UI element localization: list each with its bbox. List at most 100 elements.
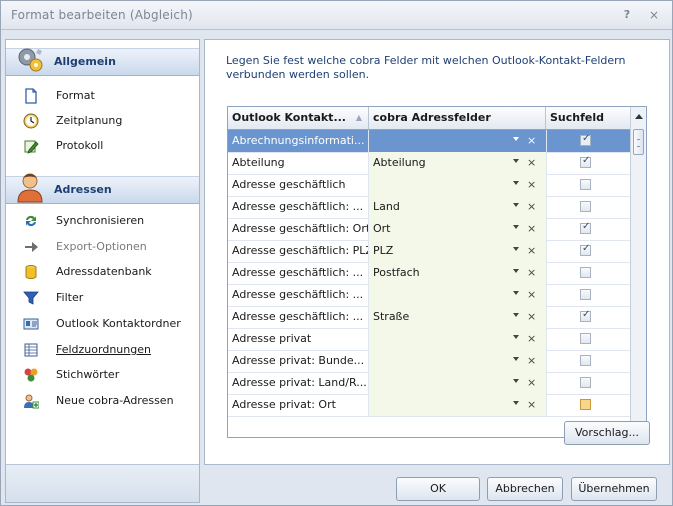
- table-row[interactable]: Adresse geschäftlich ×: [228, 174, 630, 197]
- cobra-field-dropdown[interactable]: [369, 394, 546, 416]
- chevron-down-icon[interactable]: [513, 137, 519, 141]
- table-row[interactable]: Adresse geschäftlich: ... ×: [228, 284, 630, 307]
- section-header-adressen[interactable]: Adressen: [6, 173, 199, 204]
- ok-button[interactable]: OK: [396, 477, 480, 501]
- table-row[interactable]: Adresse geschäftlich: ... Postfach ×: [228, 262, 630, 285]
- sidebar-item-synchronisieren[interactable]: Synchronisieren: [6, 210, 199, 232]
- chevron-down-icon[interactable]: [513, 181, 519, 185]
- table-row[interactable]: Abrechnungsinformati... ×: [228, 130, 630, 153]
- outlook-field-cell[interactable]: Abrechnungsinformati...: [228, 130, 369, 152]
- table-row[interactable]: Adresse geschäftlich: PLZ PLZ ×: [228, 240, 630, 263]
- outlook-field-cell[interactable]: Abteilung: [228, 152, 369, 174]
- sidebar-item-adressdatenbank[interactable]: Adressdatenbank: [6, 261, 199, 283]
- suggest-button[interactable]: Vorschlag...: [564, 421, 650, 445]
- table-row[interactable]: Adresse geschäftlich: ... Straße ×: [228, 306, 630, 329]
- sidebar-item-stichwoerter[interactable]: Stichwörter: [6, 364, 199, 386]
- cobra-field-dropdown[interactable]: [369, 372, 546, 394]
- cobra-field-dropdown[interactable]: [369, 130, 546, 152]
- outlook-field-cell[interactable]: Adresse privat: Bunde...: [228, 350, 369, 372]
- table-row[interactable]: Adresse privat: Bunde... ×: [228, 350, 630, 373]
- clear-field-icon[interactable]: ×: [527, 262, 536, 284]
- chevron-down-icon[interactable]: [513, 159, 519, 163]
- column-header-suchfeld[interactable]: Suchfeld: [546, 107, 630, 129]
- table-row[interactable]: Adresse privat: Ort ×: [228, 394, 630, 417]
- cobra-field-dropdown[interactable]: PLZ: [369, 240, 546, 262]
- sidebar-item-format[interactable]: Format: [6, 85, 199, 107]
- chevron-down-icon[interactable]: [513, 225, 519, 229]
- cobra-field-dropdown[interactable]: Postfach: [369, 262, 546, 284]
- outlook-field-cell[interactable]: Adresse geschäftlich: Ort: [228, 218, 369, 240]
- chevron-down-icon[interactable]: [513, 401, 519, 405]
- outlook-field-cell[interactable]: Adresse geschäftlich: [228, 174, 369, 196]
- clear-field-icon[interactable]: ×: [527, 394, 536, 416]
- search-field-checkbox[interactable]: [580, 267, 591, 278]
- chevron-down-icon[interactable]: [513, 335, 519, 339]
- table-row[interactable]: Adresse privat ×: [228, 328, 630, 351]
- search-field-checkbox[interactable]: [580, 221, 591, 234]
- search-field-checkbox[interactable]: [580, 333, 591, 344]
- search-field-checkbox[interactable]: [580, 377, 591, 388]
- scroll-up-icon[interactable]: [635, 114, 643, 119]
- chevron-down-icon[interactable]: [513, 291, 519, 295]
- clear-field-icon[interactable]: ×: [527, 284, 536, 306]
- search-field-checkbox[interactable]: [580, 355, 591, 366]
- sidebar-item-neue-cobra-adressen[interactable]: Neue cobra-Adressen: [6, 390, 199, 412]
- clear-field-icon[interactable]: ×: [527, 328, 536, 350]
- outlook-field-cell[interactable]: Adresse privat: Ort: [228, 394, 369, 416]
- section-header-allgemein[interactable]: Allgemein: [6, 48, 199, 76]
- chevron-down-icon[interactable]: [513, 247, 519, 251]
- close-button[interactable]: ×: [646, 7, 662, 23]
- search-field-checkbox[interactable]: [580, 201, 591, 212]
- outlook-field-cell[interactable]: Adresse geschäftlich: PLZ: [228, 240, 369, 262]
- search-field-checkbox[interactable]: [580, 179, 591, 190]
- sidebar-item-protokoll[interactable]: Protokoll: [6, 135, 199, 157]
- search-field-checkbox[interactable]: [580, 243, 591, 256]
- apply-button[interactable]: Übernehmen: [571, 477, 657, 501]
- sidebar-item-zeitplanung[interactable]: Zeitplanung: [6, 110, 199, 132]
- cobra-field-dropdown[interactable]: Land: [369, 196, 546, 218]
- outlook-field-cell[interactable]: Adresse geschäftlich: ...: [228, 306, 369, 328]
- search-field-checkbox[interactable]: [580, 289, 591, 300]
- cobra-field-dropdown[interactable]: [369, 174, 546, 196]
- column-header-outlook[interactable]: Outlook Kontakt... ▲: [228, 107, 369, 129]
- sidebar-item-export-optionen[interactable]: Export-Optionen: [6, 236, 199, 258]
- search-field-checkbox[interactable]: [580, 399, 591, 410]
- sidebar-item-outlook-kontaktordner[interactable]: Outlook Kontaktordner: [6, 313, 199, 335]
- help-button[interactable]: ?: [619, 7, 635, 23]
- clear-field-icon[interactable]: ×: [527, 130, 536, 152]
- chevron-down-icon[interactable]: [513, 269, 519, 273]
- chevron-down-icon[interactable]: [513, 313, 519, 317]
- clear-field-icon[interactable]: ×: [527, 372, 536, 394]
- cobra-field-dropdown[interactable]: [369, 350, 546, 372]
- outlook-field-cell[interactable]: Adresse geschäftlich: ...: [228, 196, 369, 218]
- cobra-field-dropdown[interactable]: Straße: [369, 306, 546, 328]
- search-field-checkbox[interactable]: [580, 155, 591, 168]
- cobra-field-dropdown[interactable]: [369, 328, 546, 350]
- cobra-field-dropdown[interactable]: Abteilung: [369, 152, 546, 174]
- chevron-down-icon[interactable]: [513, 357, 519, 361]
- cobra-field-dropdown[interactable]: Ort: [369, 218, 546, 240]
- sidebar-item-feldzuordnungen[interactable]: Feldzuordnungen: [6, 339, 199, 361]
- table-row[interactable]: Adresse geschäftlich: ... Land ×: [228, 196, 630, 219]
- table-row[interactable]: Adresse privat: Land/R... ×: [228, 372, 630, 395]
- column-header-cobra[interactable]: cobra Adressfelder: [369, 107, 546, 129]
- outlook-field-cell[interactable]: Adresse privat: Land/R...: [228, 372, 369, 394]
- table-row[interactable]: Abteilung Abteilung ×: [228, 152, 630, 175]
- chevron-down-icon[interactable]: [513, 203, 519, 207]
- search-field-checkbox[interactable]: [580, 133, 591, 146]
- clear-field-icon[interactable]: ×: [527, 174, 536, 196]
- scrollbar-thumb[interactable]: [633, 129, 644, 155]
- clear-field-icon[interactable]: ×: [527, 152, 536, 174]
- sidebar-item-filter[interactable]: Filter: [6, 287, 199, 309]
- clear-field-icon[interactable]: ×: [527, 350, 536, 372]
- outlook-field-cell[interactable]: Adresse geschäftlich: ...: [228, 284, 369, 306]
- outlook-field-cell[interactable]: Adresse geschäftlich: ...: [228, 262, 369, 284]
- clear-field-icon[interactable]: ×: [527, 240, 536, 262]
- outlook-field-cell[interactable]: Adresse privat: [228, 328, 369, 350]
- search-field-checkbox[interactable]: [580, 309, 591, 322]
- clear-field-icon[interactable]: ×: [527, 306, 536, 328]
- vertical-scrollbar[interactable]: [630, 107, 646, 437]
- cobra-field-dropdown[interactable]: [369, 284, 546, 306]
- chevron-down-icon[interactable]: [513, 379, 519, 383]
- table-row[interactable]: Adresse geschäftlich: Ort Ort ×: [228, 218, 630, 241]
